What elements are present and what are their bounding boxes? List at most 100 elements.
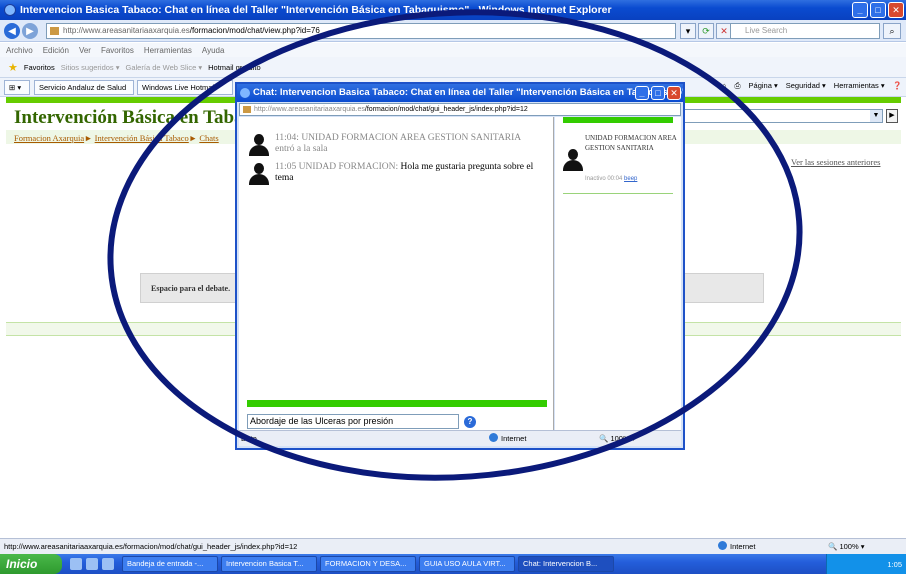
status-bar: http://www.areasanitariaaxarquia.es/form… bbox=[0, 538, 906, 554]
url-path: /formacion/mod/chat/view.php?id=76 bbox=[189, 26, 320, 35]
zoom-value: 100% bbox=[839, 542, 859, 551]
dropdown-icon[interactable]: ▾ bbox=[680, 23, 696, 39]
close-button[interactable]: ✕ bbox=[888, 2, 904, 18]
breadcrumb-course[interactable]: Intervención Básica Tabaco bbox=[95, 133, 189, 143]
globe-icon bbox=[489, 433, 498, 442]
globe-icon bbox=[718, 541, 727, 550]
web-slice-gallery-link[interactable]: Galería de Web Slice ▾ bbox=[126, 63, 203, 72]
favorites-button[interactable]: Favoritos bbox=[24, 63, 55, 72]
popup-maximize-button[interactable]: □ bbox=[651, 86, 665, 100]
home-icon[interactable]: ⌂ bbox=[722, 81, 727, 91]
chat-message-input[interactable]: Abordaje de las Ulceras por presión bbox=[247, 414, 459, 429]
user-status: Inactivo 00:04 beep bbox=[585, 176, 637, 182]
menu-ayuda[interactable]: Ayuda bbox=[202, 46, 225, 55]
popup-url-path: /formacion/mod/chat/gui_header_js/index.… bbox=[364, 106, 528, 113]
menu-herramientas[interactable]: Herramientas bbox=[144, 46, 192, 55]
favorites-sites-link[interactable]: Sitios sugeridos ▾ bbox=[61, 63, 120, 72]
popup-titlebar[interactable]: Chat: Intervencion Basica Tabaco: Chat e… bbox=[237, 84, 683, 102]
debate-label: Espacio para el debate. bbox=[151, 284, 231, 293]
popup-url-host: http://www.areasanitariaaxarquia.es bbox=[254, 106, 365, 113]
quick-launch-outlook-icon[interactable] bbox=[86, 558, 98, 570]
favorites-bar: ★ Favoritos Sitios sugeridos ▾ Galería d… bbox=[0, 57, 906, 78]
messages-pane: 11:04: UNIDAD FORMACION AREA GESTION SAN… bbox=[239, 117, 554, 430]
favorites-star-icon[interactable]: ★ bbox=[8, 61, 18, 74]
jump-to-select[interactable]: ▼ bbox=[678, 109, 883, 123]
message-user: UNIDAD FORMACION: bbox=[298, 162, 399, 172]
quick-tabs-button[interactable]: ⊞ ▾ bbox=[4, 80, 30, 95]
forward-icon[interactable]: ▶ bbox=[22, 23, 38, 39]
main-window-titlebar[interactable]: Intervencion Basica Tabaco: Chat en líne… bbox=[0, 0, 906, 20]
search-icon[interactable]: ⌕ bbox=[883, 23, 901, 39]
main-window-title: Intervencion Basica Tabaco: Chat en líne… bbox=[20, 4, 612, 16]
quick-launch-desktop-icon[interactable] bbox=[102, 558, 114, 570]
menu-edicion[interactable]: Edición bbox=[43, 46, 69, 55]
task-formacion[interactable]: FORMACION Y DESA... bbox=[320, 556, 416, 572]
popup-status-zone: Internet bbox=[489, 431, 526, 446]
help-icon[interactable]: ? bbox=[464, 416, 476, 428]
popup-zone-label: Internet bbox=[501, 434, 527, 443]
task-intervencion[interactable]: Intervencion Basica T... bbox=[221, 556, 317, 572]
quick-launch-ie-icon[interactable] bbox=[70, 558, 82, 570]
task-guia[interactable]: GUIA USO AULA VIRT... bbox=[419, 556, 515, 572]
status-zone: Internet bbox=[718, 539, 755, 554]
chat-popup-window: Chat: Intervencion Basica Tabaco: Chat e… bbox=[235, 82, 685, 450]
popup-zoom-value: 100% bbox=[610, 434, 630, 443]
user-avatar-icon bbox=[249, 134, 269, 156]
site-title: Intervención Básica en Tabaco bbox=[14, 107, 262, 128]
breadcrumb: Formacion Axarquia► Intervención Básica … bbox=[14, 133, 219, 143]
menu-favoritos[interactable]: Favoritos bbox=[101, 46, 134, 55]
system-tray: 1:05 bbox=[826, 554, 906, 574]
refresh-icon[interactable]: ⟳ bbox=[698, 23, 714, 39]
popup-url-field: http://www.areasanitariaaxarquia.es/form… bbox=[239, 103, 681, 116]
tab-hotmail[interactable]: Windows Live Hotmail bbox=[137, 80, 233, 95]
page-menu[interactable]: Página ▾ bbox=[749, 81, 778, 91]
user-avatar-icon bbox=[563, 149, 583, 171]
jump-go-button[interactable]: ▶ bbox=[886, 109, 898, 123]
print-icon[interactable]: ⎙ bbox=[735, 81, 741, 91]
menu-ver[interactable]: Ver bbox=[79, 46, 91, 55]
url-input[interactable]: http://www.areasanitariaaxarquia.es/form… bbox=[46, 23, 676, 39]
hotmail-link[interactable]: Hotmail gratuito bbox=[208, 63, 261, 72]
popup-ie-icon bbox=[240, 88, 250, 98]
tab-servicio-andaluz[interactable]: Servicio Andaluz de Salud bbox=[34, 80, 134, 95]
user-list-item: UNIDAD FORMACION AREA GESTION SANITARIA … bbox=[563, 133, 677, 189]
message-time: 11:04: bbox=[275, 133, 299, 143]
chevron-down-icon: ▼ bbox=[870, 110, 882, 122]
message-time: 11:05 bbox=[275, 162, 297, 172]
tools-menu[interactable]: Herramientas ▾ bbox=[834, 81, 885, 91]
popup-zoom-control[interactable]: 🔍 100% ▾ bbox=[599, 431, 635, 446]
task-bandeja[interactable]: Bandeja de entrada -... bbox=[122, 556, 218, 572]
search-input[interactable]: Live Search bbox=[730, 23, 880, 39]
address-bar: ◀ ▶ http://www.areasanitariaaxarquia.es/… bbox=[0, 20, 906, 42]
security-menu[interactable]: Seguridad ▾ bbox=[786, 81, 826, 91]
start-button[interactable]: Inicio bbox=[0, 554, 62, 574]
breadcrumb-formacion[interactable]: Formacion Axarquia bbox=[14, 133, 84, 143]
beep-link[interactable]: beep bbox=[624, 176, 637, 182]
start-label: Inicio bbox=[6, 557, 38, 571]
popup-minimize-button[interactable]: _ bbox=[635, 86, 649, 100]
minimize-button[interactable]: _ bbox=[852, 2, 868, 18]
ie-icon bbox=[4, 4, 16, 16]
popup-status-bar: Listo Internet 🔍 100% ▾ bbox=[239, 430, 681, 446]
users-green-bar bbox=[563, 117, 673, 123]
maximize-button[interactable]: □ bbox=[870, 2, 886, 18]
zoom-control[interactable]: 🔍 100% ▾ bbox=[828, 539, 864, 554]
task-chat[interactable]: Chat: Intervencion B... bbox=[518, 556, 614, 572]
help-menu-icon[interactable]: ❓ bbox=[893, 81, 902, 91]
search-placeholder: Live Search bbox=[745, 26, 788, 35]
menu-archivo[interactable]: Archivo bbox=[6, 46, 33, 55]
popup-status-text: Listo bbox=[241, 434, 257, 443]
user-name: UNIDAD FORMACION AREA GESTION SANITARIA bbox=[585, 134, 677, 152]
breadcrumb-chats[interactable]: Chats bbox=[199, 133, 218, 143]
quick-launch bbox=[70, 558, 114, 570]
chat-message: 11:04: UNIDAD FORMACION AREA GESTION SAN… bbox=[249, 133, 539, 156]
back-icon[interactable]: ◀ bbox=[4, 23, 20, 39]
popup-close-button[interactable]: ✕ bbox=[667, 86, 681, 100]
taskbar: Inicio Bandeja de entrada -... Intervenc… bbox=[0, 554, 906, 574]
tray-clock: 1:05 bbox=[887, 559, 902, 569]
previous-sessions-link[interactable]: Ver las sesiones anteriores bbox=[791, 157, 880, 167]
users-pane: UNIDAD FORMACION AREA GESTION SANITARIA … bbox=[555, 117, 681, 430]
status-zone-label: Internet bbox=[730, 542, 756, 551]
address-tools: ▾ ⟳ ✕ bbox=[680, 23, 732, 39]
popup-favicon-icon bbox=[243, 106, 251, 113]
